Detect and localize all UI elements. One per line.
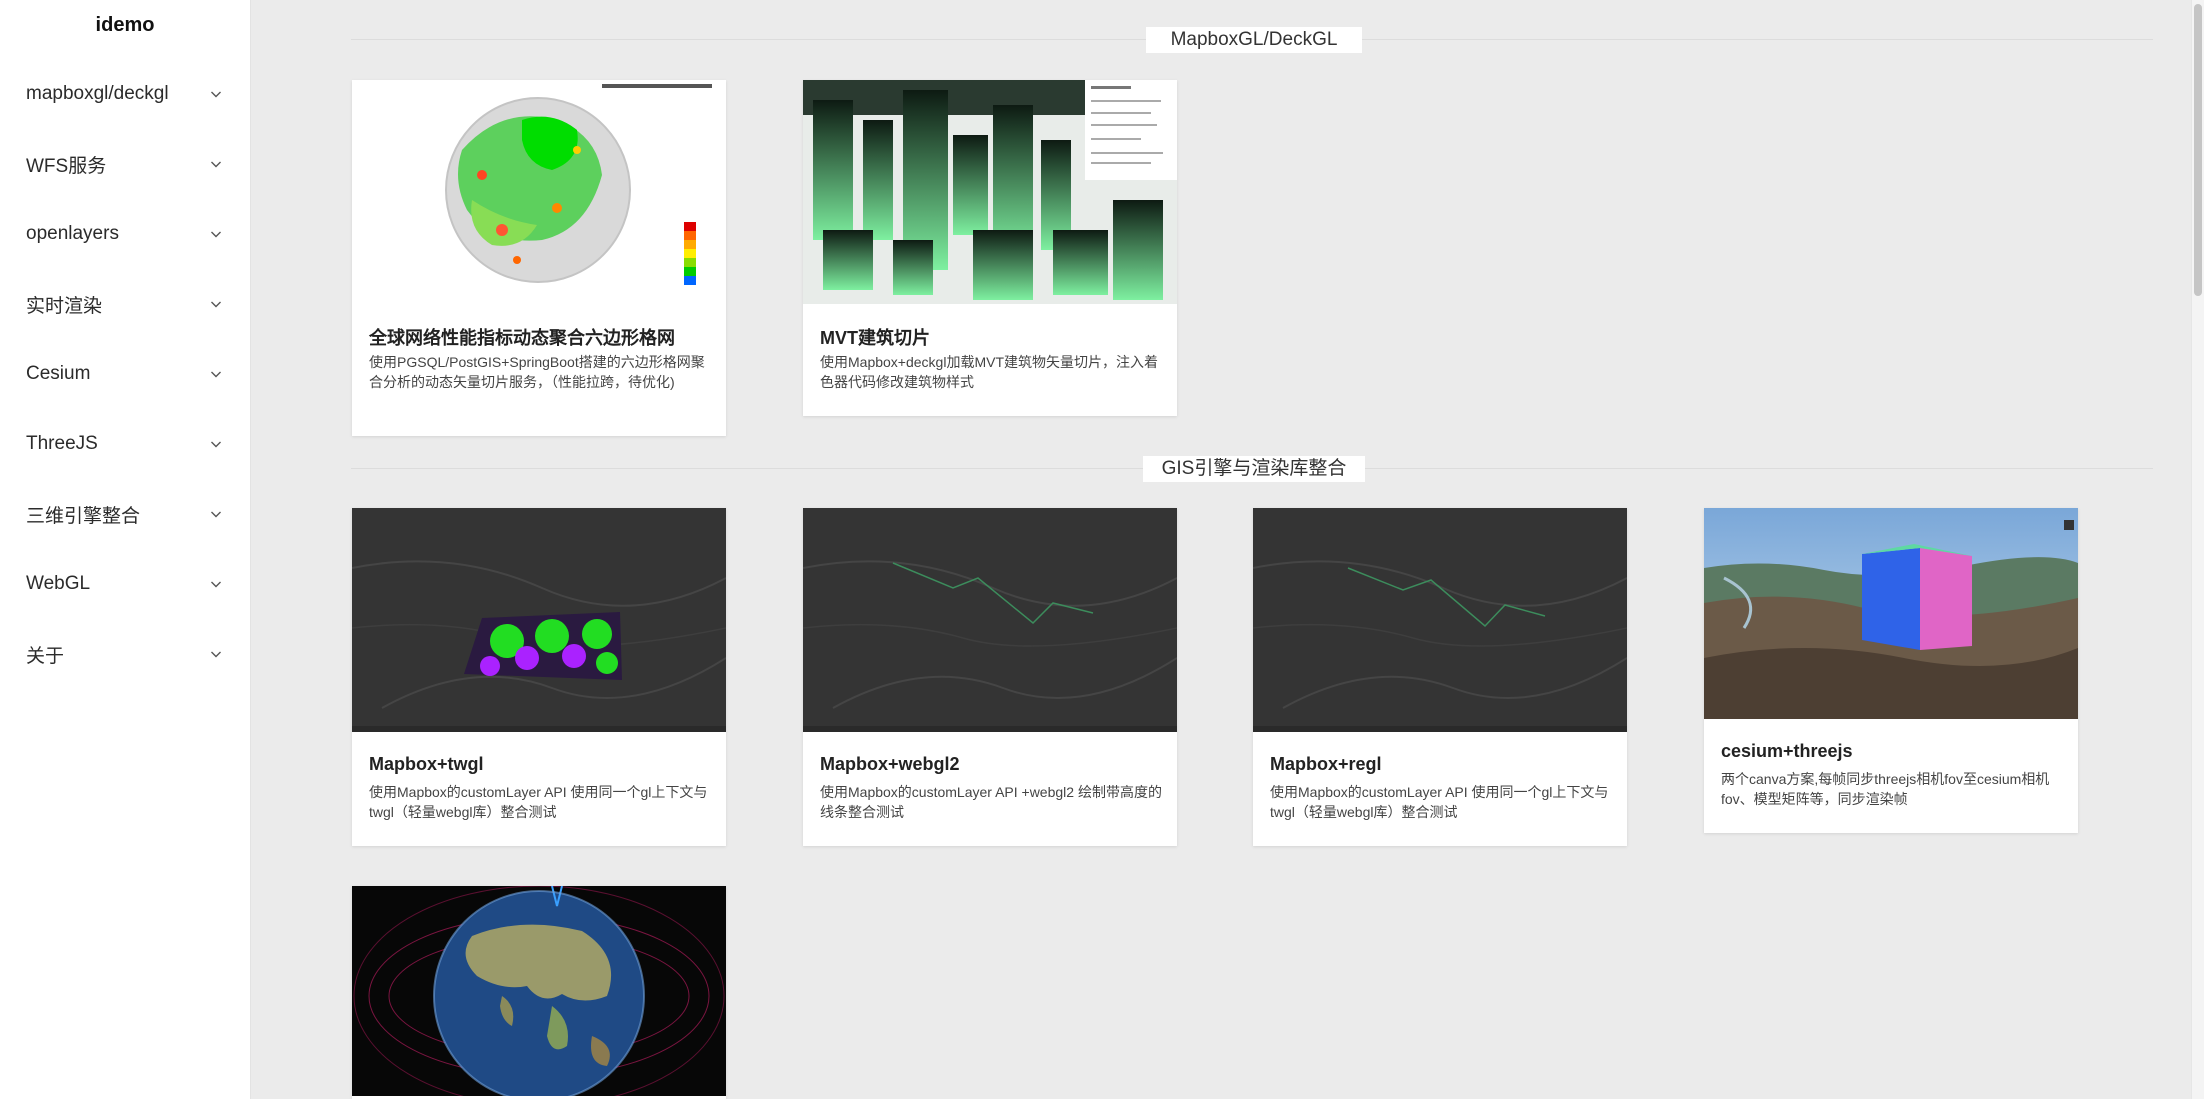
chevron-down-icon — [210, 228, 222, 240]
globe-hexagon-grid-thumbnail — [352, 80, 726, 304]
chevron-down-icon — [210, 158, 222, 170]
terrain-cube-thumbnail — [1704, 508, 2078, 719]
card-title: cesium+threejs — [1721, 741, 1853, 761]
dark-map-webgl2-thumbnail — [803, 508, 1177, 732]
sidebar-item-wfs[interactable]: WFS服务 — [0, 138, 250, 190]
vertical-scrollbar[interactable] — [2191, 0, 2204, 1099]
card-title: MVT建筑切片 — [820, 328, 930, 348]
demo-card-cesium-threejs[interactable]: cesium+threejs 两个canva方案,每帧同步threejs相机fo… — [1704, 508, 2078, 833]
demo-card-mapbox-webgl2[interactable]: Mapbox+webgl2 使用Mapbox的customLayer API +… — [803, 508, 1177, 846]
sidebar-item-label: WFS服务 — [26, 155, 107, 177]
sidebar-item-label: ThreeJS — [26, 433, 98, 454]
scrollbar-thumb[interactable] — [2194, 4, 2202, 296]
sidebar-item-about[interactable]: 关于 — [0, 628, 250, 680]
sidebar-item-webgl[interactable]: WebGL — [0, 558, 250, 610]
demo-card-earth-globe[interactable] — [352, 886, 726, 1099]
sidebar-item-label: mapboxgl/deckgl — [26, 83, 169, 104]
earth-globe-thumbnail — [352, 886, 726, 1096]
demo-card-mapbox-twgl[interactable]: Mapbox+twgl 使用Mapbox的customLayer API 使用同… — [352, 508, 726, 846]
card-title: Mapbox+twgl — [369, 754, 484, 774]
main-content: MapboxGL/DeckGL 全球网络性能指标动态聚合六边形格网 使用PGSQ… — [250, 0, 2192, 1099]
card-description: 使用Mapbox的customLayer API +webgl2 绘制带高度的线… — [820, 784, 1162, 820]
demo-card-hexagon-grid[interactable]: 全球网络性能指标动态聚合六边形格网 使用PGSQL/PostGIS+Spring… — [352, 80, 726, 436]
card-description: 两个canva方案,每帧同步threejs相机fov至cesium相机fov、模… — [1721, 771, 2050, 807]
sidebar-item-label: 关于 — [26, 645, 65, 667]
demo-card-mvt-buildings[interactable]: MVT建筑切片 使用Mapbox+deckgl加载MVT建筑物矢量切片，注入着色… — [803, 80, 1177, 416]
card-description: 使用PGSQL/PostGIS+SpringBoot搭建的六边形格网聚合分析的动… — [369, 354, 705, 390]
sidebar: idemo mapboxgl/deckgl WFS服务 openlayers 实… — [0, 0, 251, 1099]
brand-title: idemo — [95, 14, 155, 36]
chevron-down-icon — [210, 88, 222, 100]
section-title-mapboxgl-deckgl: MapboxGL/DeckGL — [1146, 27, 1362, 53]
card-title: Mapbox+regl — [1270, 754, 1382, 774]
sidebar-item-label: openlayers — [26, 223, 119, 244]
card-title: 全球网络性能指标动态聚合六边形格网 — [369, 328, 675, 348]
card-title: Mapbox+webgl2 — [820, 754, 960, 774]
card-description: 使用Mapbox的customLayer API 使用同一个gl上下文与twgl… — [369, 784, 708, 820]
sidebar-item-threejs[interactable]: ThreeJS — [0, 418, 250, 470]
dark-map-twgl-thumbnail — [352, 508, 726, 732]
3d-buildings-thumbnail — [803, 80, 1177, 304]
sidebar-item-label: 实时渲染 — [26, 295, 103, 317]
demo-card-mapbox-regl[interactable]: Mapbox+regl 使用Mapbox的customLayer API 使用同… — [1253, 508, 1627, 846]
chevron-down-icon — [210, 578, 222, 590]
card-description: 使用Mapbox+deckgl加载MVT建筑物矢量切片，注入着色器代码修改建筑物… — [820, 354, 1159, 390]
chevron-down-icon — [210, 368, 222, 380]
sidebar-item-3d-engine-integration[interactable]: 三维引擎整合 — [0, 488, 250, 540]
dark-map-regl-thumbnail — [1253, 508, 1627, 732]
section-title-gis-render-integration: GIS引擎与渲染库整合 — [1143, 456, 1365, 482]
chevron-down-icon — [210, 648, 222, 660]
card-description: 使用Mapbox的customLayer API 使用同一个gl上下文与twgl… — [1270, 784, 1609, 820]
chevron-down-icon — [210, 508, 222, 520]
sidebar-item-mapboxgl-deckgl[interactable]: mapboxgl/deckgl — [0, 68, 250, 120]
sidebar-item-openlayers[interactable]: openlayers — [0, 208, 250, 260]
sidebar-item-label: WebGL — [26, 573, 91, 594]
sidebar-item-cesium[interactable]: Cesium — [0, 348, 250, 400]
sidebar-item-label: 三维引擎整合 — [26, 505, 141, 527]
chevron-down-icon — [210, 298, 222, 310]
chevron-down-icon — [210, 438, 222, 450]
sidebar-item-realtime-render[interactable]: 实时渲染 — [0, 278, 250, 330]
sidebar-item-label: Cesium — [26, 363, 91, 384]
